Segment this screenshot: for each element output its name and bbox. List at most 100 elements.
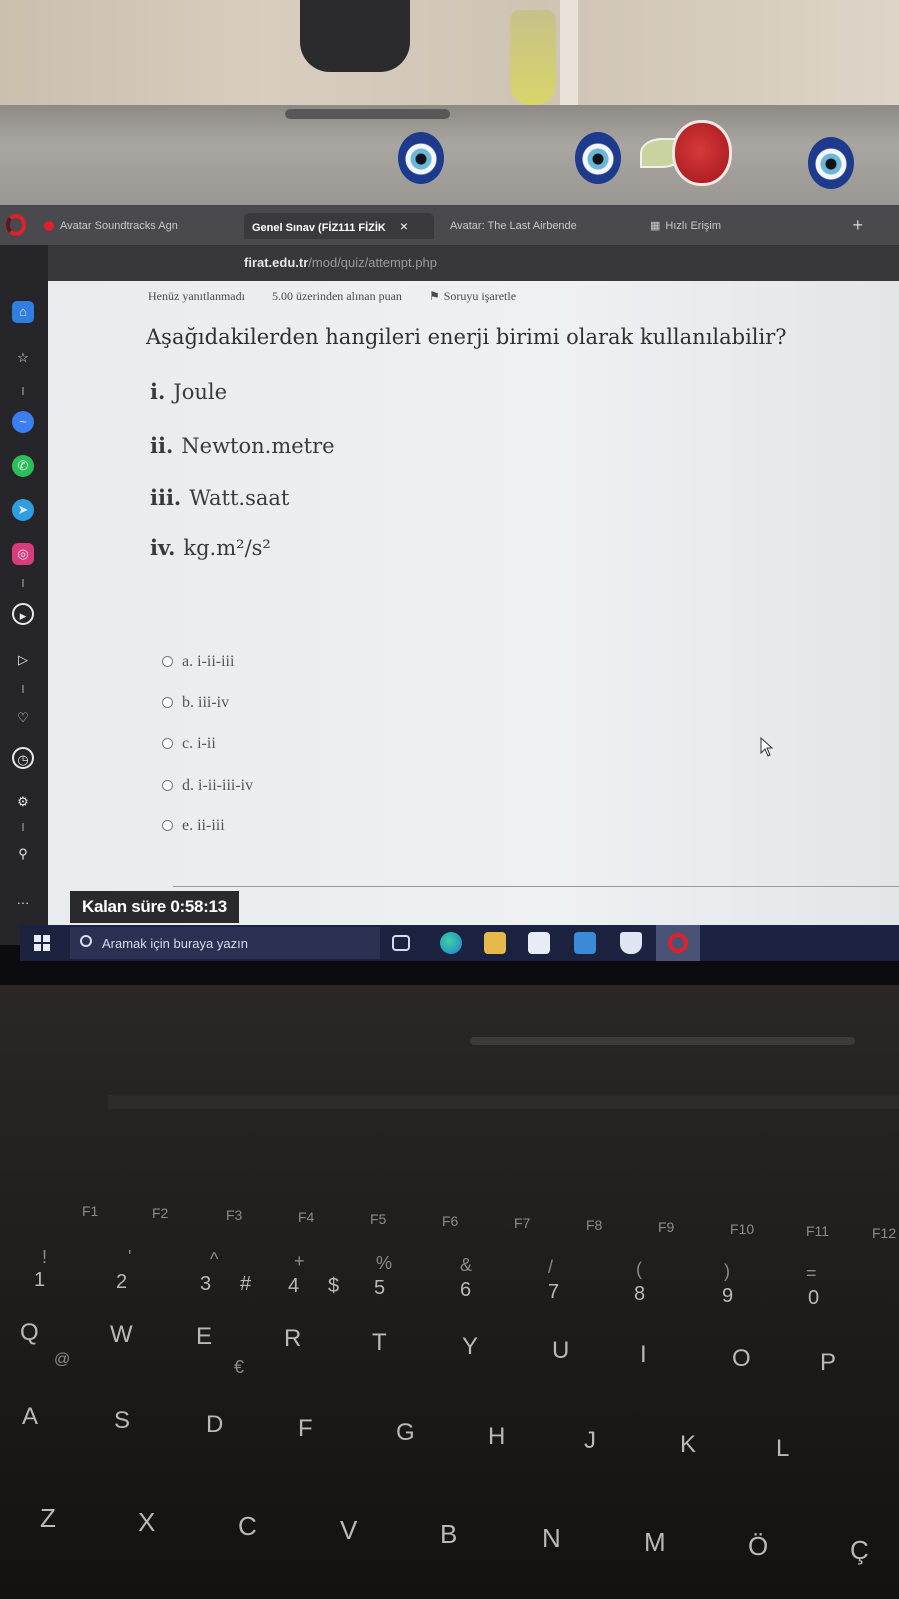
key-l: L [776, 1435, 790, 1462]
key-v: V [340, 1515, 358, 1545]
statement-text: Watt.saat [189, 486, 290, 510]
mail-icon[interactable] [574, 932, 596, 954]
key-s: S [114, 1407, 131, 1434]
shift-glyph-5: % [376, 1253, 393, 1273]
url-path: /mod/quiz/attempt.php [308, 255, 437, 270]
key-o-umlaut: Ö [748, 1531, 769, 1561]
radio-button[interactable] [162, 820, 173, 831]
key-2: 2 [116, 1271, 128, 1293]
flag-icon: ⚑ [428, 289, 440, 303]
tab-avatar-soundtracks[interactable]: Avatar Soundtracks Agn [44, 213, 204, 239]
tab-avatar-airbender[interactable]: Avatar: The Last Airbende [450, 213, 610, 239]
key-z: Z [40, 1503, 56, 1533]
answer-option-c[interactable]: c. i-ii [162, 735, 216, 753]
store-icon[interactable] [528, 932, 550, 954]
keyboard-lip [108, 1095, 899, 1109]
tab-label: Avatar Soundtracks Agn [60, 220, 178, 232]
telegram-icon[interactable]: ➤ [12, 499, 34, 521]
laptop-lid [0, 105, 899, 205]
statement-text: Newton.metre [181, 434, 335, 458]
key-r: R [284, 1325, 302, 1352]
key-q: Q [20, 1319, 39, 1346]
question-info: Henüz yanıtlanmadı 5.00 üzerinden alınan… [148, 289, 564, 304]
player-icon[interactable]: ▸ [12, 603, 34, 625]
answer-option-a[interactable]: a. i-ii-iii [162, 653, 234, 671]
key-n: N [542, 1523, 561, 1553]
edge-icon[interactable] [440, 932, 462, 954]
history-icon[interactable]: ◷ [12, 747, 34, 769]
more-icon[interactable]: … [12, 889, 34, 911]
answer-option-b[interactable]: b. iii-iv [162, 694, 229, 712]
sidebar-separator [22, 823, 24, 831]
key-u: U [552, 1337, 570, 1364]
door-frame [560, 0, 578, 110]
statement-2: ii. Newton.metre [150, 433, 335, 458]
opera-taskbar-icon[interactable] [656, 925, 700, 961]
tab-genel-sinav[interactable]: Genel Sınav (FİZ111 FİZİK × [244, 213, 434, 239]
background-wall [0, 0, 899, 110]
flag-question-link[interactable]: ⚑ Soruyu işaretle [429, 289, 540, 303]
new-tab-button[interactable]: + [852, 215, 863, 236]
heart-icon[interactable]: ♡ [12, 707, 34, 729]
answer-option-e[interactable]: e. ii-iii [162, 817, 225, 835]
instagram-icon[interactable]: ◎ [12, 543, 34, 565]
security-icon[interactable] [620, 932, 642, 954]
radio-button[interactable] [162, 738, 173, 749]
statement-number: i. [150, 379, 166, 404]
alt-glyph-euro: € [234, 1357, 245, 1377]
f9-key: F9 [658, 1219, 675, 1235]
f11-key: F11 [806, 1223, 830, 1239]
file-explorer-icon[interactable] [484, 932, 506, 954]
opera-menu-icon[interactable] [6, 214, 26, 236]
tab-label: Avatar: The Last Airbende [450, 220, 577, 232]
key-0: 0 [808, 1287, 820, 1309]
key-6: 6 [460, 1279, 472, 1301]
answer-option-d[interactable]: d. i-ii-iii-iv [162, 777, 253, 795]
key-dollar: $ [328, 1275, 340, 1297]
key-4: 4 [288, 1275, 300, 1297]
radio-button[interactable] [162, 656, 173, 667]
key-t: T [372, 1329, 387, 1356]
close-tab-icon[interactable]: × [400, 218, 408, 234]
rose-sticker-icon [640, 120, 732, 192]
answer-label: d. i-ii-iii-iv [182, 777, 254, 794]
radio-button[interactable] [162, 780, 173, 791]
question-text: Aşağıdakilerden hangileri enerji birimi … [146, 325, 787, 349]
flag-label: Soruyu işaretle [443, 289, 517, 303]
radio-button[interactable] [162, 697, 173, 708]
home-icon[interactable]: ⌂ [12, 301, 34, 323]
answer-label: b. iii-iv [182, 694, 230, 711]
send-icon[interactable]: ▷ [12, 649, 34, 671]
statement-4: iv. kg.m²/s² [150, 535, 271, 560]
location-icon[interactable]: ⚲ [12, 843, 34, 865]
tab-hizli-erisim[interactable]: ▦ Hızlı Erişim [650, 213, 740, 239]
statement-number: iv. [150, 535, 176, 560]
evil-eye-sticker-left-icon [398, 132, 444, 184]
key-e: E [196, 1323, 213, 1350]
key-d: D [206, 1411, 224, 1438]
answer-label: a. i-ii-iii [182, 653, 235, 670]
statement-text: kg.m²/s² [183, 536, 271, 560]
f4-key: F4 [298, 1209, 315, 1225]
star-icon[interactable]: ☆ [12, 347, 34, 369]
messenger-icon[interactable]: ~ [12, 411, 34, 433]
shift-glyph-7: / [548, 1257, 554, 1277]
answer-label: e. ii-iii [182, 817, 225, 834]
f6-key: F6 [442, 1213, 459, 1229]
address-bar[interactable]: firat.edu.tr/mod/quiz/attempt.php [48, 245, 899, 281]
remaining-time-badge: Kalan süre 0:58:13 [70, 891, 239, 923]
key-f: F [298, 1415, 313, 1442]
url-text[interactable]: firat.edu.tr/mod/quiz/attempt.php [244, 255, 437, 270]
tab-label: Hızlı Erişim [665, 220, 722, 232]
key-x: X [138, 1507, 156, 1537]
task-view-icon[interactable] [392, 935, 410, 951]
key-m: M [644, 1527, 666, 1557]
windows-start-icon[interactable] [34, 935, 50, 951]
whatsapp-icon[interactable]: ✆ [12, 455, 34, 477]
shift-glyph-3: ^ [210, 1249, 219, 1269]
windows-taskbar: Aramak için buraya yazın [20, 925, 899, 961]
key-k: K [680, 1431, 697, 1458]
question-points: 5.00 üzerinden alınan puan [271, 289, 402, 303]
taskbar-search-box[interactable]: Aramak için buraya yazın [70, 927, 380, 959]
settings-icon[interactable]: ⚙ [12, 791, 34, 813]
